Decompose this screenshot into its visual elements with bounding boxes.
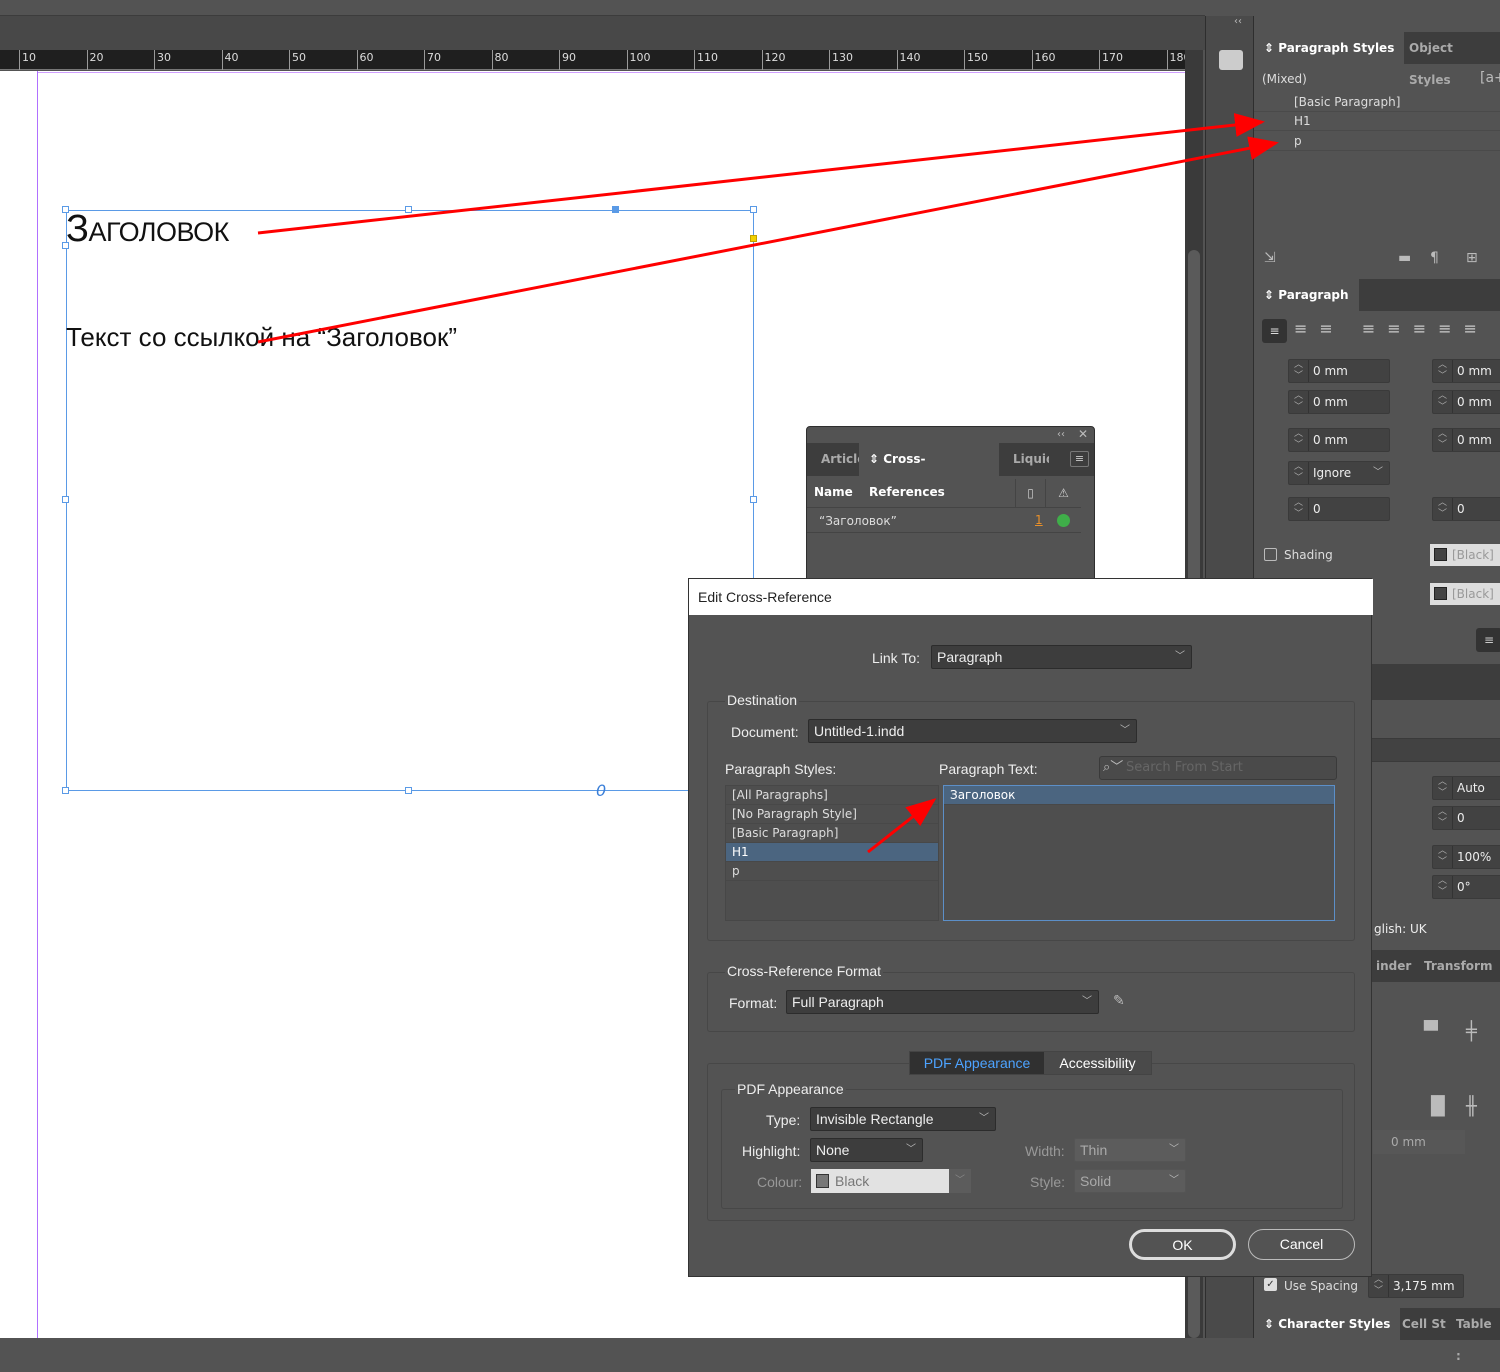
arrow-h1-to-text: [867, 798, 937, 854]
arrow-heading-to-h1: [257, 113, 1265, 235]
annotation-arrows: [257, 113, 1279, 854]
arrow-text-to-p: [257, 136, 1279, 344]
